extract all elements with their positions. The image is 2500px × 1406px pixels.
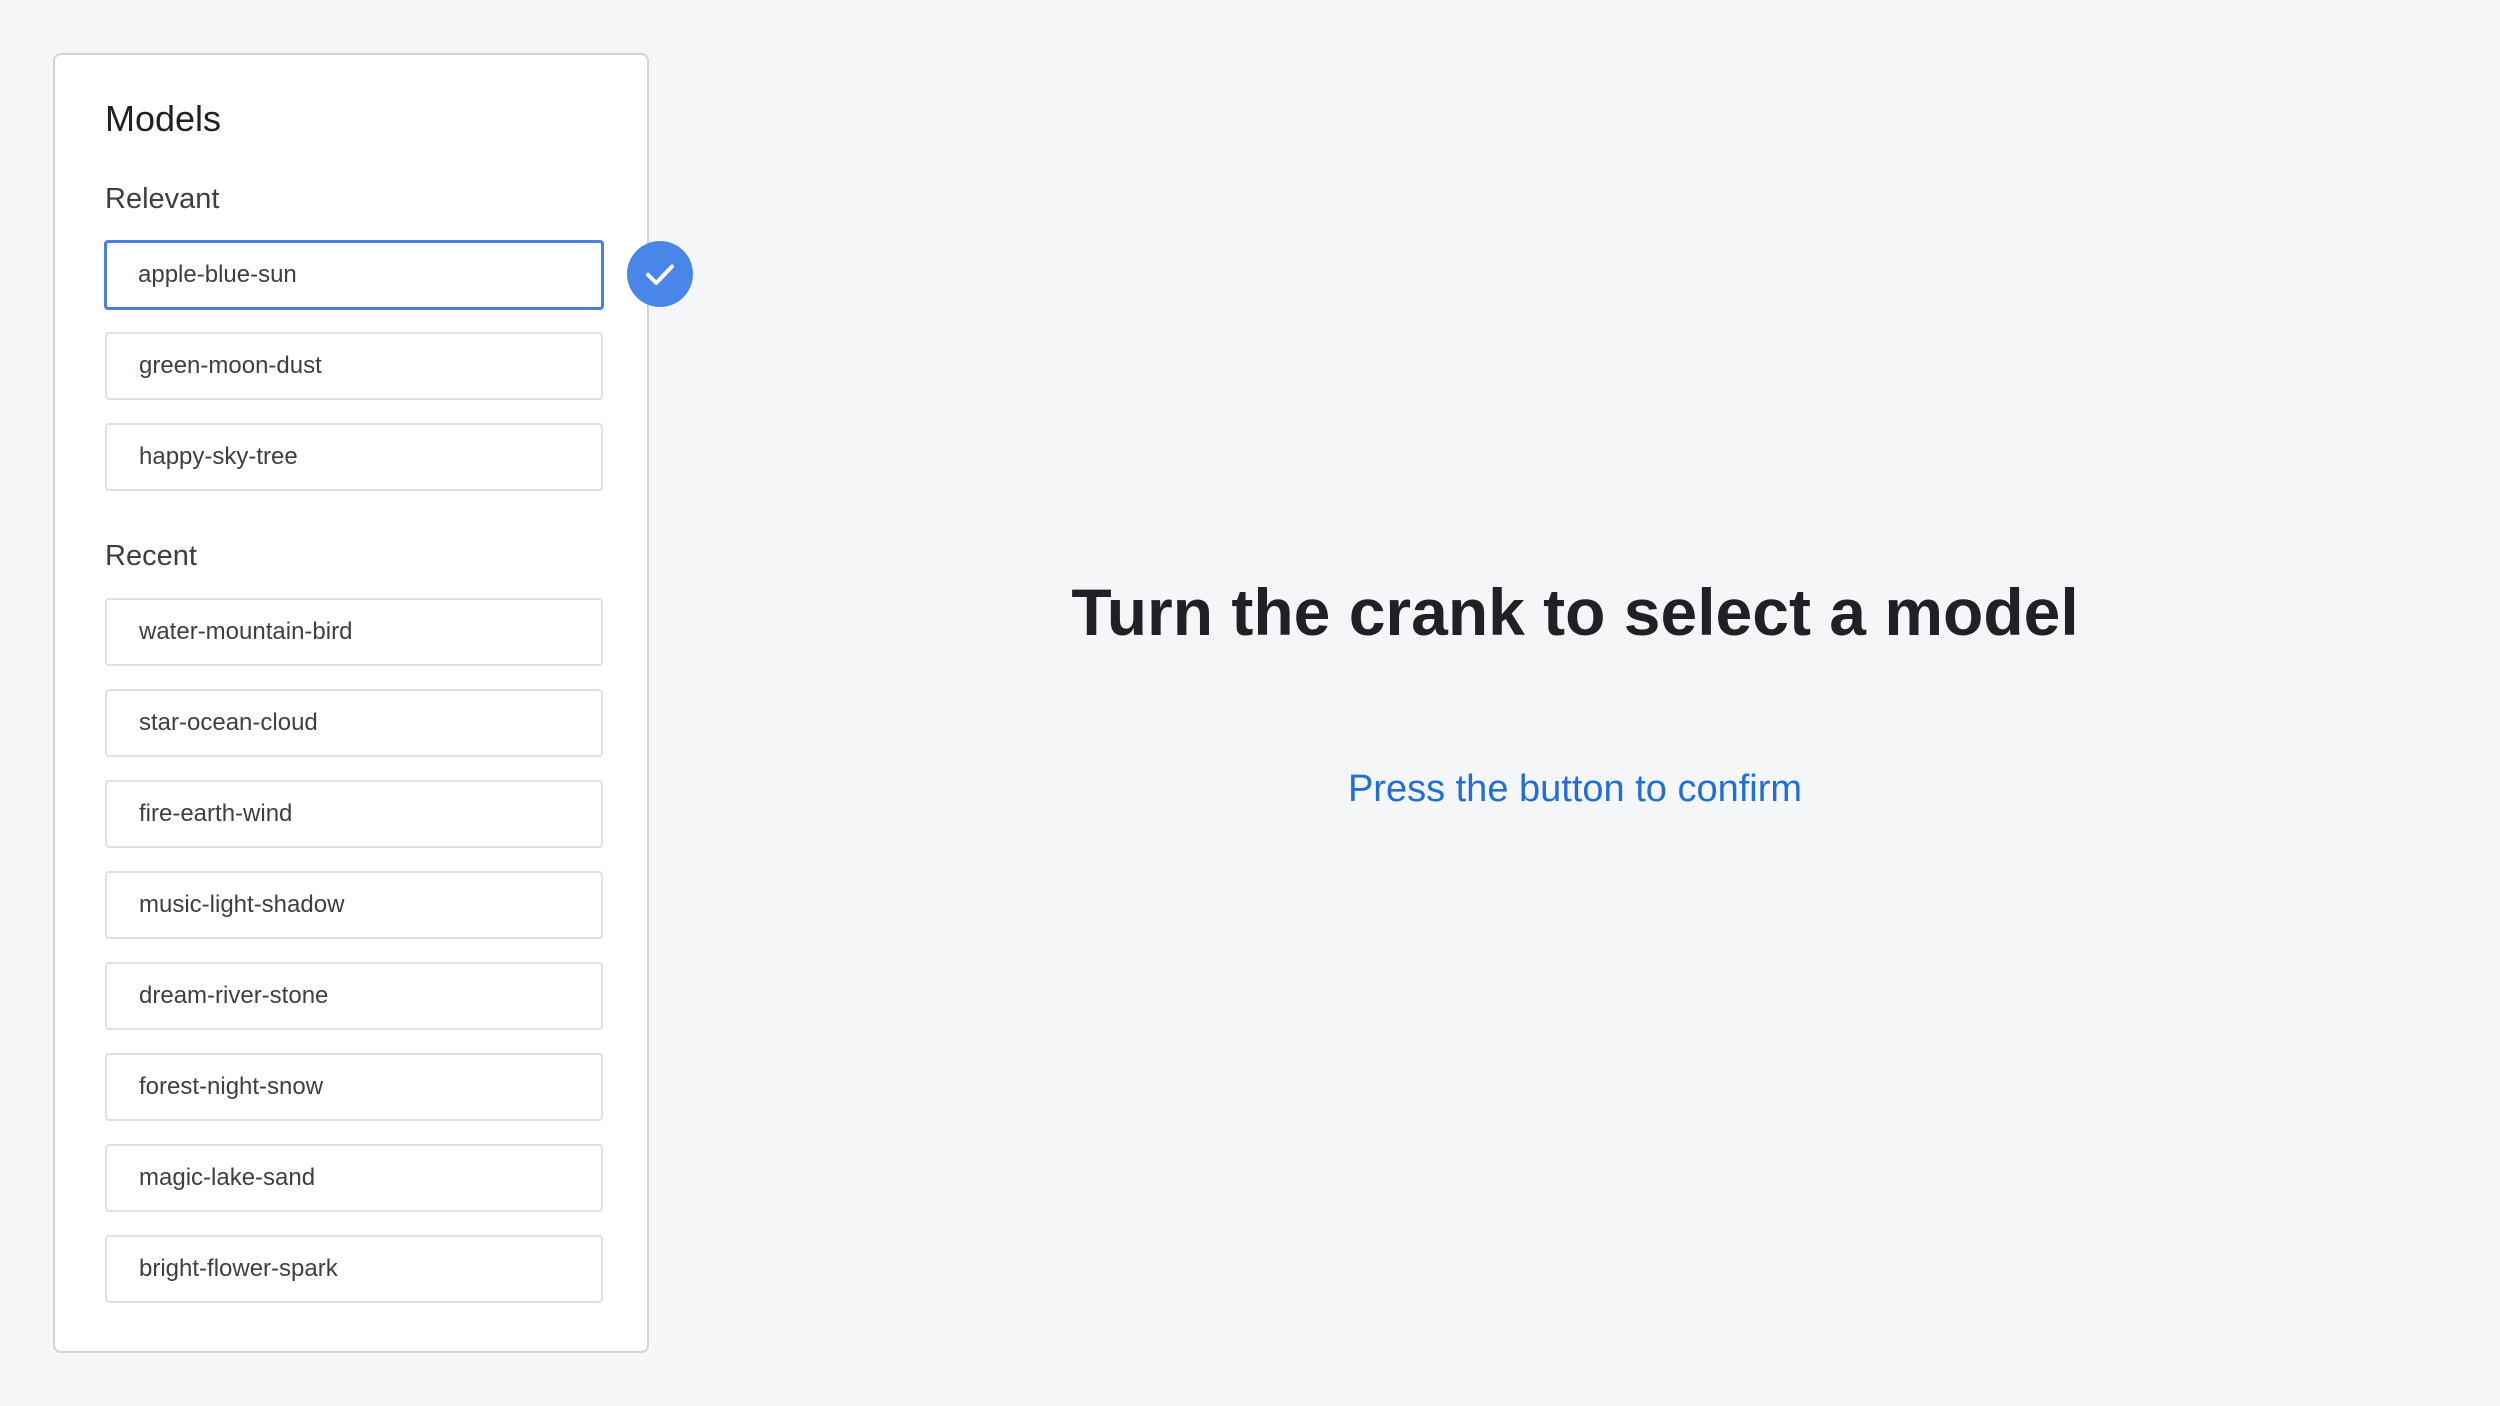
model-item-happy-sky-tree[interactable]: happy-sky-tree — [105, 423, 603, 491]
check-icon — [646, 264, 674, 285]
section-label-recent: Recent — [105, 540, 197, 572]
main-headline: Turn the crank to select a model — [1071, 575, 2079, 649]
model-item-forest-night-snow[interactable]: forest-night-snow — [105, 1053, 603, 1121]
model-item-bright-flower-spark[interactable]: bright-flower-spark — [105, 1235, 603, 1303]
model-item-magic-lake-sand[interactable]: magic-lake-sand — [105, 1144, 603, 1212]
models-panel: Models Relevant apple-blue-sun green-moo… — [53, 53, 649, 1353]
confirm-instruction: Press the button to confirm — [1347, 768, 1803, 810]
model-item-music-light-shadow[interactable]: music-light-shadow — [105, 871, 603, 939]
model-item-apple-blue-sun[interactable]: apple-blue-sun — [104, 240, 604, 310]
model-item-green-moon-dust[interactable]: green-moon-dust — [105, 332, 603, 400]
selected-check-badge — [627, 241, 693, 307]
section-label-relevant: Relevant — [105, 183, 220, 215]
model-item-star-ocean-cloud[interactable]: star-ocean-cloud — [105, 689, 603, 757]
panel-title: Models — [105, 98, 222, 139]
recent-models-list: water-mountain-bird star-ocean-cloud fir… — [105, 598, 603, 1326]
relevant-models-list: apple-blue-sun green-moon-dust happy-sky… — [104, 240, 604, 514]
model-item-dream-river-stone[interactable]: dream-river-stone — [105, 962, 603, 1030]
